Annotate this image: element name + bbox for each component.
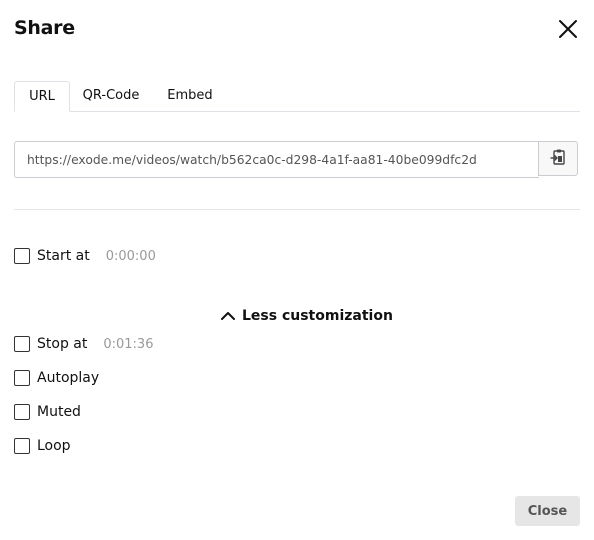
- share-dialog: Share URL QR-Code Embed Start at 0:00:00: [0, 0, 594, 540]
- url-group: [14, 141, 580, 178]
- autoplay-option: Autoplay: [14, 368, 99, 388]
- loop-label[interactable]: Loop: [37, 438, 71, 454]
- autoplay-label[interactable]: Autoplay: [37, 370, 99, 386]
- dialog-title: Share: [14, 17, 75, 39]
- muted-option: Muted: [14, 402, 81, 422]
- close-icon[interactable]: [556, 17, 580, 41]
- tab-embed[interactable]: Embed: [160, 81, 220, 110]
- stop-at-label[interactable]: Stop at: [37, 336, 87, 352]
- less-customization-label: Less customization: [242, 308, 393, 324]
- close-button[interactable]: Close: [515, 496, 580, 526]
- share-tabs: URL QR-Code Embed: [14, 81, 580, 112]
- tab-qr-code[interactable]: QR-Code: [76, 81, 146, 110]
- divider: [14, 209, 580, 210]
- start-at-time[interactable]: 0:00:00: [106, 249, 156, 264]
- share-url-input[interactable]: [14, 141, 539, 178]
- less-customization-toggle[interactable]: Less customization: [220, 306, 393, 326]
- tab-url[interactable]: URL: [14, 81, 70, 112]
- copy-url-button[interactable]: [538, 141, 578, 176]
- muted-checkbox[interactable]: [14, 404, 30, 420]
- start-at-checkbox[interactable]: [14, 248, 30, 264]
- stop-at-option: Stop at 0:01:36: [14, 334, 153, 354]
- loop-checkbox[interactable]: [14, 438, 30, 454]
- stop-at-checkbox[interactable]: [14, 336, 30, 352]
- muted-label[interactable]: Muted: [37, 404, 81, 420]
- start-at-option: Start at 0:00:00: [14, 246, 156, 266]
- autoplay-checkbox[interactable]: [14, 370, 30, 386]
- loop-option: Loop: [14, 436, 71, 456]
- clipboard-icon: [550, 149, 565, 165]
- chevron-up-icon: [221, 312, 235, 320]
- stop-at-time[interactable]: 0:01:36: [103, 337, 153, 352]
- start-at-label[interactable]: Start at: [37, 248, 90, 264]
